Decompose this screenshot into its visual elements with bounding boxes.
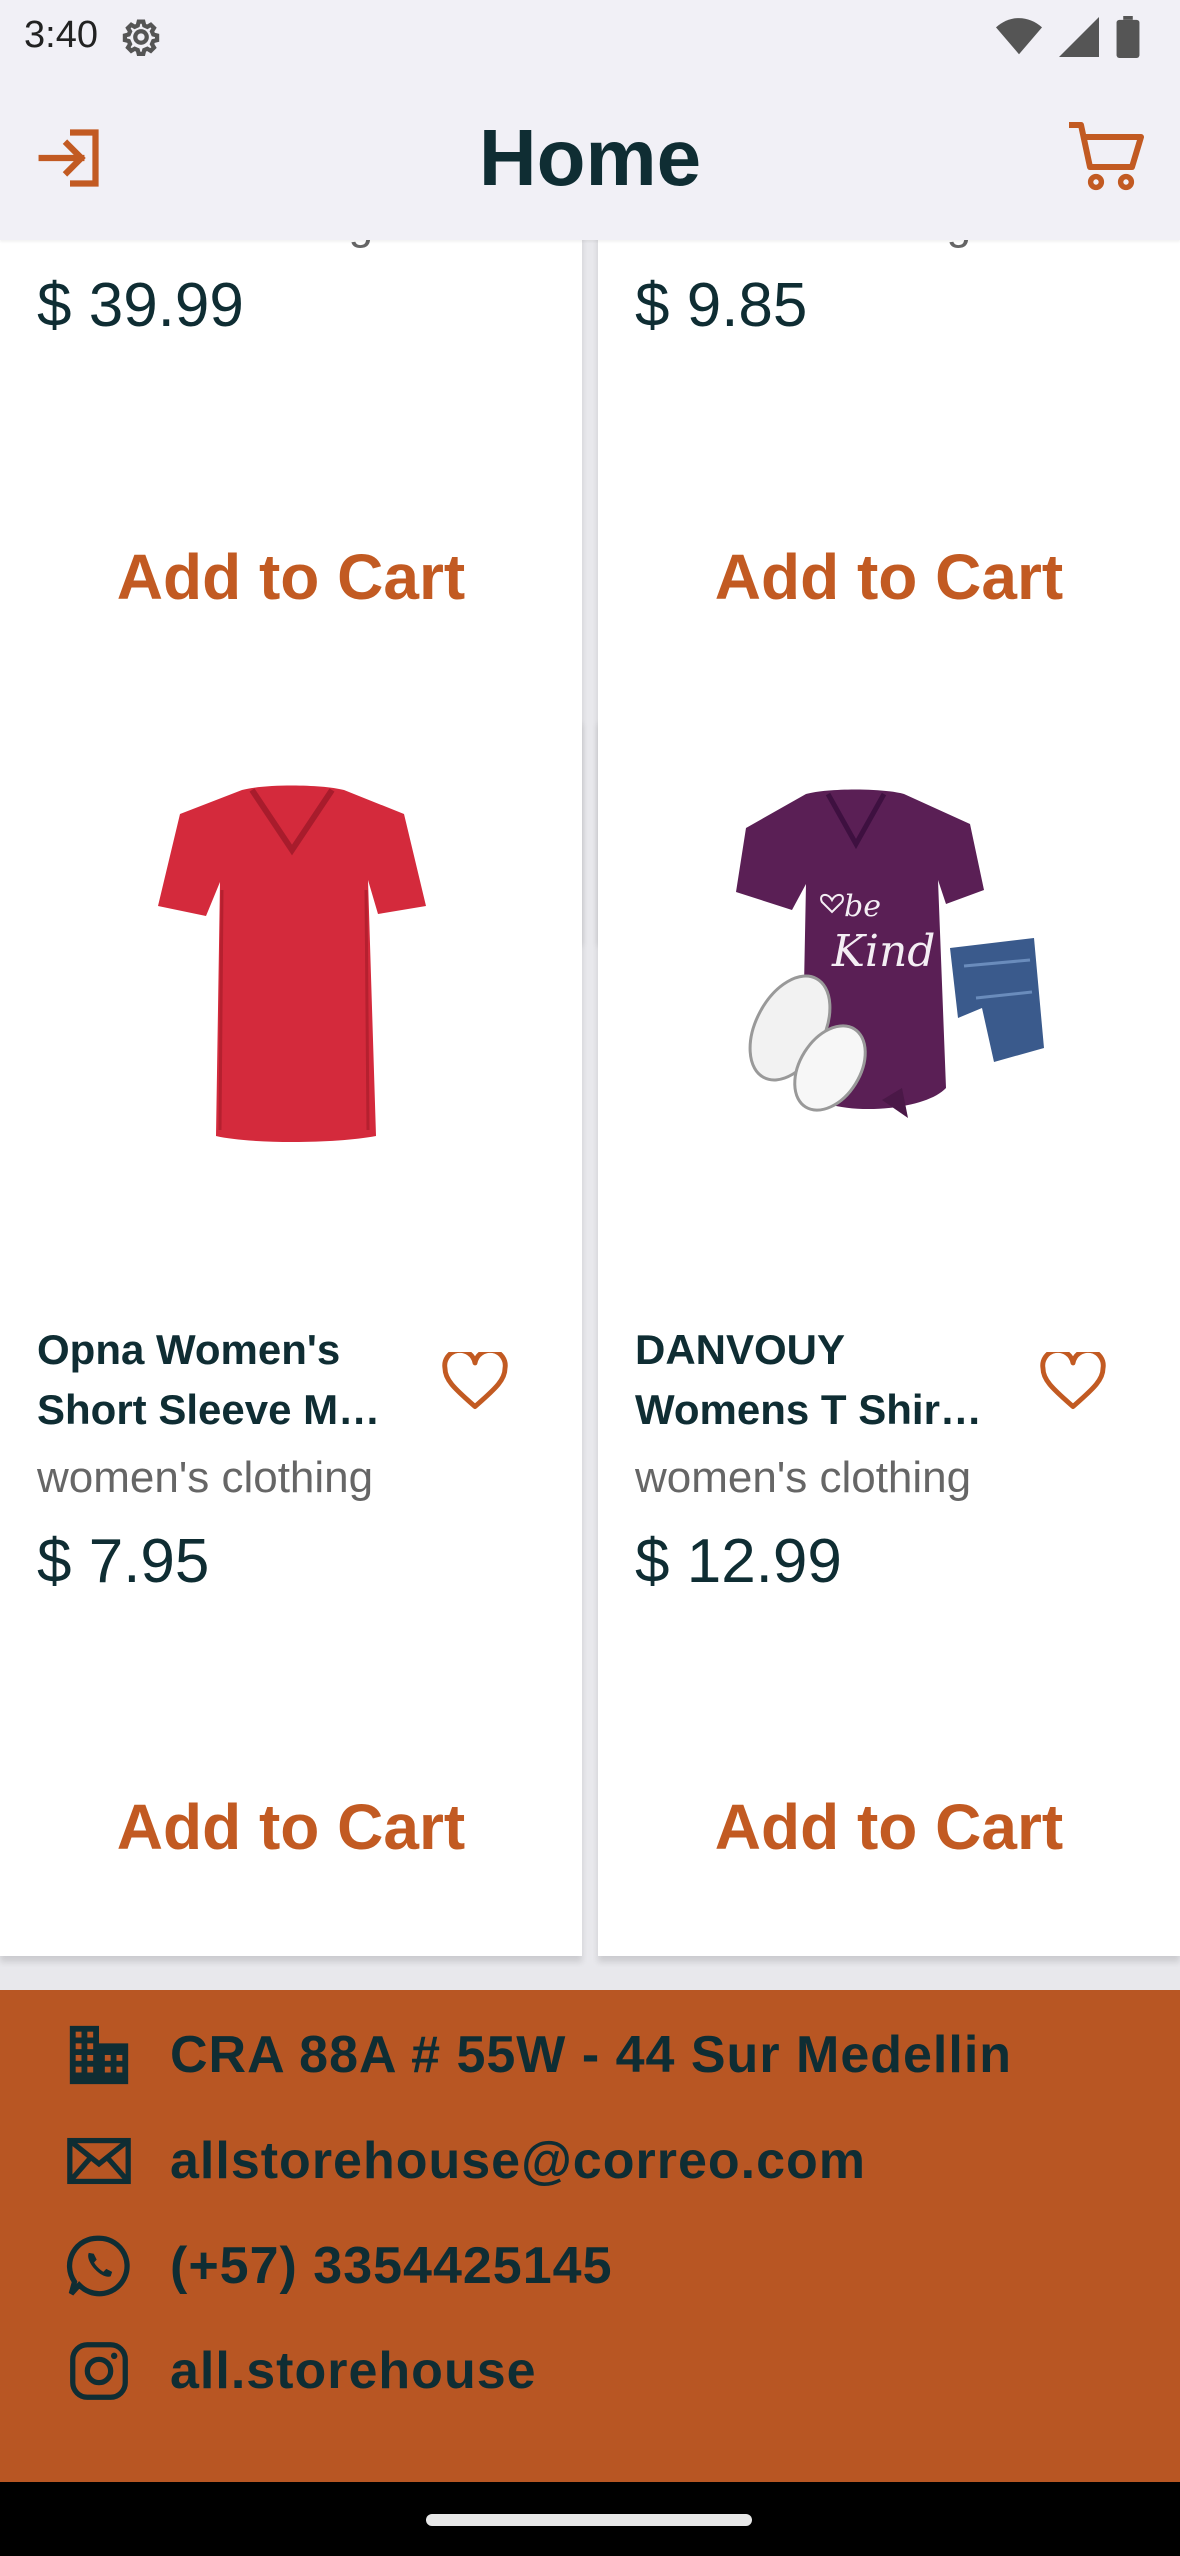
shirt-print-text: Kind bbox=[831, 926, 935, 977]
product-image bbox=[158, 785, 426, 1142]
product-category: women's clothing bbox=[635, 240, 971, 250]
footer-address: CRA 88A # 55W - 44 Sur Medellin bbox=[170, 2026, 1013, 2084]
product-name: DANVOUY Womens T Shir… bbox=[635, 1320, 1015, 1440]
settings-gear-icon bbox=[122, 19, 160, 56]
favorite-heart-icon[interactable] bbox=[442, 1352, 508, 1412]
product-category: women's clothing bbox=[37, 240, 373, 250]
add-to-cart-button[interactable]: Add to Cart bbox=[598, 540, 1180, 614]
instagram-icon bbox=[70, 2342, 128, 2400]
footer-email-row[interactable]: allstorehouse@correo.com bbox=[64, 2126, 866, 2196]
mail-icon bbox=[67, 2137, 131, 2185]
product-grid[interactable]: women's clothing $ 39.99 Add to Cart wom… bbox=[0, 240, 1180, 1990]
whatsapp-icon bbox=[66, 2235, 130, 2297]
status-bar: 3:40 bbox=[0, 0, 1180, 72]
battery-icon bbox=[1116, 16, 1140, 58]
product-price: $ 12.99 bbox=[635, 1527, 842, 1596]
add-to-cart-button[interactable]: Add to Cart bbox=[598, 1790, 1180, 1864]
footer-email[interactable]: allstorehouse@correo.com bbox=[170, 2131, 866, 2191]
footer-instagram-row[interactable]: all.storehouse bbox=[64, 2336, 537, 2406]
product-price: $ 39.99 bbox=[37, 271, 244, 340]
shirt-print-text: be bbox=[844, 889, 881, 924]
add-to-cart-button[interactable]: Add to Cart bbox=[0, 1790, 582, 1864]
product-image: be Kind bbox=[736, 789, 1044, 1118]
page-title: Home bbox=[478, 113, 702, 202]
footer-contact: CRA 88A # 55W - 44 Sur Medellin allstore… bbox=[0, 1990, 1180, 2482]
product-price: $ 9.85 bbox=[635, 271, 808, 340]
home-gesture-handle[interactable] bbox=[426, 2514, 752, 2526]
product-name-line: Opna Women's bbox=[37, 1326, 341, 1373]
product-price: $ 7.95 bbox=[37, 1527, 210, 1596]
wifi-icon bbox=[996, 18, 1042, 55]
product-name: Opna Women's Short Sleeve M… bbox=[37, 1320, 417, 1440]
favorite-heart-icon[interactable] bbox=[1040, 1352, 1106, 1412]
status-time: 3:40 bbox=[24, 14, 98, 56]
product-category: women's clothing bbox=[635, 1453, 972, 1502]
cart-icon[interactable] bbox=[1066, 118, 1144, 192]
app-bar: Home bbox=[0, 72, 1180, 240]
signal-icon bbox=[1059, 17, 1099, 57]
add-to-cart-button[interactable]: Add to Cart bbox=[0, 540, 582, 614]
footer-address-row: CRA 88A # 55W - 44 Sur Medellin bbox=[64, 2020, 1012, 2090]
footer-phone[interactable]: (+57) 3354425145 bbox=[170, 2236, 613, 2296]
product-card[interactable]: be Kind DANVOUY Womens T Shir… women's c… bbox=[598, 718, 1180, 1956]
product-category: women's clothing bbox=[37, 1453, 374, 1502]
footer-instagram[interactable]: all.storehouse bbox=[170, 2341, 537, 2401]
product-name-line: Womens T Shir… bbox=[635, 1386, 982, 1433]
building-icon bbox=[69, 2025, 129, 2085]
product-name-line: Short Sleeve M… bbox=[37, 1386, 381, 1433]
product-card[interactable]: Opna Women's Short Sleeve M… women's clo… bbox=[0, 718, 582, 1956]
footer-phone-row[interactable]: (+57) 3354425145 bbox=[64, 2231, 613, 2301]
system-nav-bar bbox=[0, 2482, 1180, 2556]
product-name-line: DANVOUY bbox=[635, 1326, 846, 1373]
